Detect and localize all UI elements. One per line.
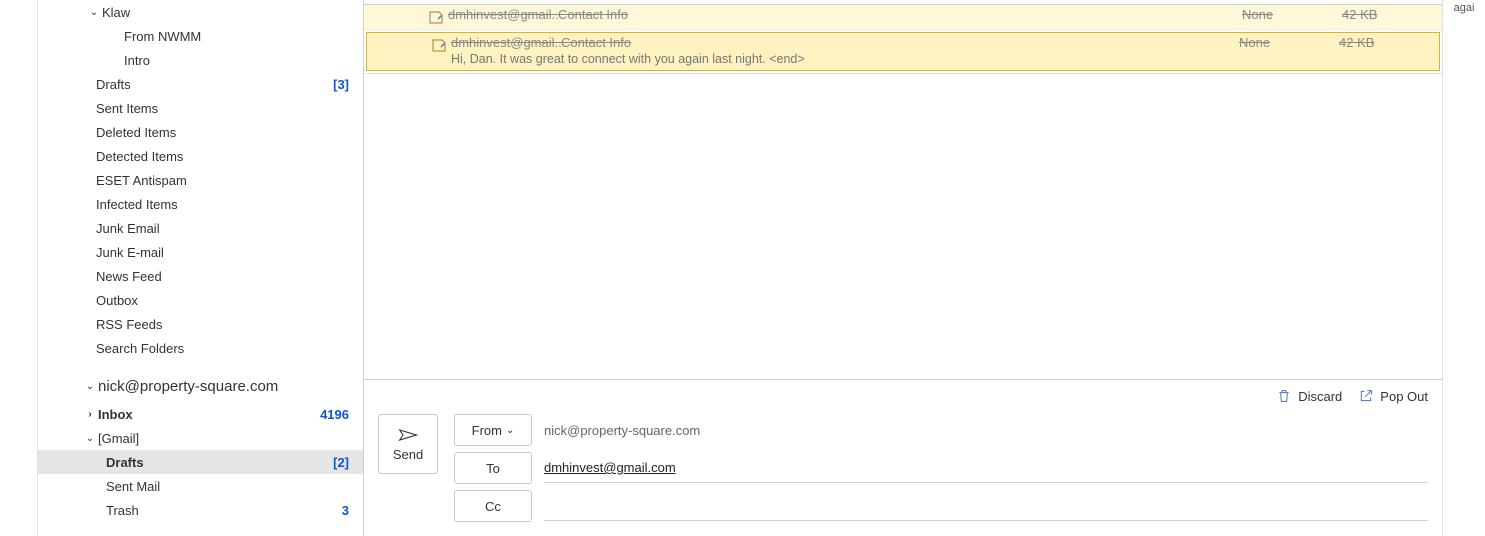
folder-item[interactable]: Deleted Items bbox=[38, 120, 363, 144]
folder-item[interactable]: ⌄Klaw bbox=[38, 0, 363, 24]
folder-item[interactable]: Trash3 bbox=[38, 498, 363, 522]
to-field[interactable]: dmhinvest@gmail.com bbox=[544, 454, 1428, 483]
message-list-empty-space bbox=[364, 74, 1442, 379]
send-label: Send bbox=[393, 447, 423, 462]
chevron-down-icon: ⌄ bbox=[506, 425, 514, 436]
folder-label: [Gmail] bbox=[98, 431, 349, 446]
folder-label: Infected Items bbox=[96, 197, 349, 212]
folder-item[interactable]: RSS Feeds bbox=[38, 312, 363, 336]
cc-field[interactable] bbox=[544, 492, 1428, 521]
message-list[interactable]: dmhinvest@gmail....Contact InfoNone42 KB… bbox=[364, 0, 1442, 74]
cc-button[interactable]: Cc bbox=[454, 490, 532, 522]
folder-label: Sent Items bbox=[96, 101, 349, 116]
chevron-down-icon: ⌄ bbox=[84, 381, 96, 392]
from-label: From bbox=[472, 423, 502, 438]
folder-label: From NWMM bbox=[124, 29, 349, 44]
folder-item[interactable]: Infected Items bbox=[38, 192, 363, 216]
account-header[interactable]: ⌄ nick@property-square.com bbox=[38, 370, 363, 402]
folder-label: News Feed bbox=[96, 269, 349, 284]
chevron-down-icon: ⌄ bbox=[88, 7, 100, 18]
msg-to: dmhinvest@gmail.... bbox=[448, 7, 558, 22]
draft-icon bbox=[431, 37, 447, 53]
folder-count: [2] bbox=[333, 455, 349, 470]
send-button[interactable]: Send bbox=[378, 414, 438, 474]
recipient-chip[interactable]: dmhinvest@gmail.com bbox=[544, 460, 676, 475]
msg-sent: None bbox=[1239, 35, 1339, 50]
msg-subject: Contact Info bbox=[561, 35, 1239, 50]
folder-label: ESET Antispam bbox=[96, 173, 349, 188]
draft-icon bbox=[428, 9, 444, 25]
folder-label: Detected Items bbox=[96, 149, 349, 164]
folder-item[interactable]: Junk E-mail bbox=[38, 240, 363, 264]
discard-label: Discard bbox=[1298, 389, 1342, 404]
msg-size: 42 KB bbox=[1339, 35, 1439, 50]
popout-icon bbox=[1358, 388, 1374, 404]
account-name: nick@property-square.com bbox=[98, 378, 349, 395]
msg-sent: None bbox=[1242, 7, 1342, 22]
message-row[interactable]: dmhinvest@gmail....Contact InfoNone42 KB bbox=[364, 5, 1442, 30]
discard-button[interactable]: Discard bbox=[1276, 388, 1342, 404]
to-label: To bbox=[486, 461, 500, 476]
folder-label: Outbox bbox=[96, 293, 349, 308]
message-row[interactable]: dmhinvest@gmail....Contact InfoNone42 KB… bbox=[366, 32, 1440, 71]
folder-label: Sent Mail bbox=[106, 479, 349, 494]
folder-count: 4196 bbox=[320, 407, 349, 422]
folder-label: Junk Email bbox=[96, 221, 349, 236]
folder-label: Trash bbox=[106, 503, 342, 518]
folder-item[interactable]: News Feed bbox=[38, 264, 363, 288]
msg-subject: Contact Info bbox=[558, 7, 1242, 22]
folder-item[interactable]: Sent Items bbox=[38, 96, 363, 120]
folder-item[interactable]: Drafts[3] bbox=[38, 72, 363, 96]
folder-item[interactable]: Sent Mail bbox=[38, 474, 363, 498]
folder-item[interactable]: Drafts[2] bbox=[38, 450, 363, 474]
from-button[interactable]: From ⌄ bbox=[454, 414, 532, 446]
compose-area: Send From ⌄ nick@property-square.com To … bbox=[364, 414, 1442, 536]
folder-label: Search Folders bbox=[96, 341, 349, 356]
folder-count: 3 bbox=[342, 503, 349, 518]
folder-item[interactable]: From NWMM bbox=[38, 24, 363, 48]
folder-item[interactable]: ESET Antispam bbox=[38, 168, 363, 192]
msg-size: 42 KB bbox=[1342, 7, 1442, 22]
send-icon bbox=[398, 427, 418, 443]
right-panel: agai bbox=[1442, 0, 1485, 536]
folder-label: Klaw bbox=[102, 5, 349, 20]
folder-item[interactable]: ⌄[Gmail] bbox=[38, 426, 363, 450]
chevron-right-icon: › bbox=[84, 409, 96, 420]
folder-label: Deleted Items bbox=[96, 125, 349, 140]
to-button[interactable]: To bbox=[454, 452, 532, 484]
popout-label: Pop Out bbox=[1380, 389, 1428, 404]
left-gutter bbox=[0, 0, 38, 536]
folder-item[interactable]: ›Inbox4196 bbox=[38, 402, 363, 426]
folder-label: Inbox bbox=[98, 407, 320, 422]
compose-toolbar: Discard Pop Out bbox=[364, 379, 1442, 414]
chevron-down-icon: ⌄ bbox=[84, 433, 96, 444]
folder-label: RSS Feeds bbox=[96, 317, 349, 332]
folder-item[interactable]: Search Folders bbox=[38, 336, 363, 360]
folder-label: Intro bbox=[124, 53, 349, 68]
folder-label: Junk E-mail bbox=[96, 245, 349, 260]
popout-button[interactable]: Pop Out bbox=[1358, 388, 1428, 404]
trash-icon bbox=[1276, 388, 1292, 404]
right-fragment: agai bbox=[1454, 2, 1475, 14]
folder-count: [3] bbox=[333, 77, 349, 92]
from-value: nick@property-square.com bbox=[544, 416, 1428, 444]
folder-label: Drafts bbox=[106, 455, 333, 470]
msg-preview: Hi, Dan. It was great to connect with yo… bbox=[451, 50, 1439, 66]
folder-item[interactable]: Detected Items bbox=[38, 144, 363, 168]
folder-item[interactable]: Intro bbox=[38, 48, 363, 72]
folder-item[interactable]: Outbox bbox=[38, 288, 363, 312]
msg-to: dmhinvest@gmail.... bbox=[451, 35, 561, 50]
cc-label: Cc bbox=[485, 499, 501, 514]
folder-item[interactable]: Junk Email bbox=[38, 216, 363, 240]
folder-label: Drafts bbox=[96, 77, 333, 92]
folder-sidebar[interactable]: ⌄KlawFrom NWMMIntroDrafts[3]Sent ItemsDe… bbox=[38, 0, 364, 536]
